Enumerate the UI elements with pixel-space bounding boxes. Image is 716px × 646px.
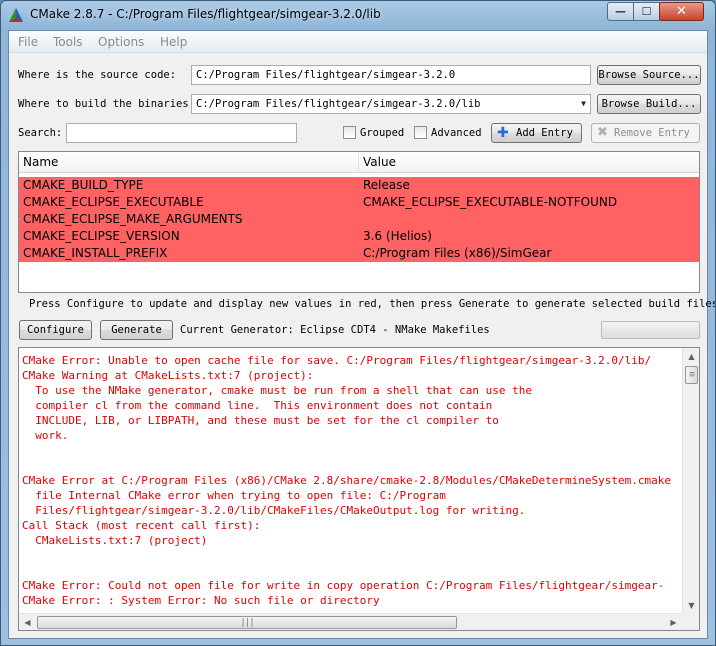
search-input[interactable] [66, 123, 297, 143]
log-line: CMake Error: : System Error: No such fil… [22, 594, 380, 607]
row-value: C:/Program Files (x86)/SimGear [363, 246, 552, 260]
log-line: To use the NMake generator, cmake must b… [22, 384, 532, 397]
grip-icon: ≡ [689, 370, 695, 380]
scroll-right-icon[interactable]: ▶ [665, 614, 682, 630]
progress-bar [601, 321, 700, 339]
scroll-up-icon[interactable]: ▲ [683, 348, 699, 365]
horizontal-scroll-thumb[interactable]: ||| [37, 616, 457, 629]
build-label: Where to build the binaries: [18, 98, 196, 110]
search-label: Search: [18, 127, 63, 139]
vertical-scroll-thumb[interactable]: ≡ [685, 366, 698, 384]
minimize-button[interactable]: — [607, 2, 634, 21]
advanced-label[interactable]: Advanced [431, 127, 482, 139]
table-header: Name Value [19, 152, 699, 173]
scroll-corner [682, 613, 699, 630]
close-button[interactable]: ✕ [659, 2, 704, 21]
chevron-down-icon[interactable]: ▼ [581, 95, 586, 113]
source-label: Where is the source code: [18, 69, 177, 81]
browse-source-button[interactable]: Browse Source... [597, 65, 701, 85]
cmake-triangle-icon [9, 8, 23, 22]
row-name: CMAKE_BUILD_TYPE [23, 178, 144, 192]
scroll-down-icon[interactable]: ▼ [683, 597, 699, 614]
log-line: CMake Error at C:/Program Files (x86)/CM… [22, 474, 672, 487]
close-icon: ✕ [676, 4, 687, 19]
menu-bar: File Tools Options Help [9, 31, 707, 53]
maximize-icon: ☐ [641, 5, 652, 18]
maximize-button[interactable]: ☐ [633, 2, 660, 21]
current-generator: Current Generator: Eclipse CDT4 - NMake … [180, 324, 490, 336]
window-title: CMake 2.8.7 - C:/Program Files/flightgea… [30, 7, 381, 21]
title-bar[interactable]: CMake 2.8.7 - C:/Program Files/flightgea… [1, 1, 715, 29]
log-line: CMake Error: Could not open file for wri… [22, 579, 665, 592]
log-line: file Internal CMake error when trying to… [22, 489, 446, 502]
source-input-value: C:/Program Files/flightgear/simgear-3.2.… [196, 69, 456, 81]
column-header-name[interactable]: Name [19, 152, 359, 173]
menu-tools[interactable]: Tools [53, 35, 83, 49]
vertical-scrollbar[interactable]: ▲ ≡ ▼ [682, 348, 699, 614]
add-entry-button[interactable]: ✚ Add Entry [491, 123, 582, 143]
column-header-value[interactable]: Value [359, 152, 699, 173]
source-input[interactable]: C:/Program Files/flightgear/simgear-3.2.… [191, 65, 591, 85]
horizontal-scrollbar[interactable]: ◀ ||| ▶ [19, 613, 682, 630]
scroll-left-icon[interactable]: ◀ [19, 614, 36, 630]
plus-icon: ✚ [497, 125, 509, 141]
row-name: CMAKE_INSTALL_PREFIX [23, 246, 168, 260]
menu-file[interactable]: File [18, 35, 38, 49]
remove-entry-button[interactable]: ✖ Remove Entry [591, 123, 700, 143]
minimize-icon: — [615, 5, 626, 18]
advanced-checkbox[interactable] [414, 126, 427, 139]
log-line: work. [22, 429, 69, 442]
table-row[interactable]: CMAKE_INSTALL_PREFIX C:/Program Files (x… [19, 245, 699, 262]
log-line: Call Stack (most recent call first): [22, 519, 261, 532]
log-line: CMake Warning at CMakeLists.txt:7 (proje… [22, 369, 314, 382]
row-name: CMAKE_ECLIPSE_VERSION [23, 229, 180, 243]
grouped-label[interactable]: Grouped [360, 127, 404, 139]
row-name: CMAKE_ECLIPSE_EXECUTABLE [23, 195, 204, 209]
log-line: Files/flightgear/simgear-3.2.0/lib/CMake… [22, 504, 526, 517]
log-line: compiler cl from the command line. This … [22, 399, 493, 412]
build-combobox-value: C:/Program Files/flightgear/simgear-3.2.… [196, 98, 481, 110]
row-value: 3.6 (Helios) [363, 229, 432, 243]
add-entry-label: Add Entry [516, 127, 573, 139]
menu-help[interactable]: Help [160, 35, 187, 49]
output-lines: CMake Error: Unable to open cache file f… [22, 353, 682, 608]
output-log[interactable]: CMake Error: Unable to open cache file f… [18, 347, 700, 631]
cache-table[interactable]: Name Value CMAKE_BUILD_TYPE Release CMAK… [18, 151, 700, 293]
row-value: CMAKE_ECLIPSE_EXECUTABLE-NOTFOUND [363, 195, 618, 209]
client-area: File Tools Options Help Where is the sou… [8, 30, 715, 639]
configure-hint: Press Configure to update and display ne… [29, 298, 716, 310]
browse-build-button[interactable]: Browse Build... [597, 94, 701, 114]
log-line: INCLUDE, LIB, or LIBPATH, and these must… [22, 414, 499, 427]
row-name: CMAKE_ECLIPSE_MAKE_ARGUMENTS [23, 212, 243, 226]
menu-options[interactable]: Options [98, 35, 144, 49]
table-row[interactable]: CMAKE_BUILD_TYPE Release [19, 177, 699, 194]
remove-icon: ✖ [597, 125, 608, 140]
grouped-checkbox[interactable] [343, 126, 356, 139]
remove-entry-label: Remove Entry [614, 127, 690, 139]
log-line: CMake Error: Unable to open cache file f… [22, 354, 652, 367]
configure-button[interactable]: Configure [19, 320, 92, 340]
table-row[interactable]: CMAKE_ECLIPSE_VERSION 3.6 (Helios) [19, 228, 699, 245]
generate-button[interactable]: Generate [100, 320, 173, 340]
log-line: CMakeLists.txt:7 (project) [22, 534, 208, 547]
row-value: Release [363, 178, 410, 192]
table-row[interactable]: CMAKE_ECLIPSE_MAKE_ARGUMENTS [19, 211, 699, 228]
table-row[interactable]: CMAKE_ECLIPSE_EXECUTABLE CMAKE_ECLIPSE_E… [19, 194, 699, 211]
build-combobox[interactable]: C:/Program Files/flightgear/simgear-3.2.… [191, 94, 591, 114]
grip-icon: ||| [240, 617, 254, 628]
cmake-window: CMake 2.8.7 - C:/Program Files/flightgea… [0, 0, 716, 646]
